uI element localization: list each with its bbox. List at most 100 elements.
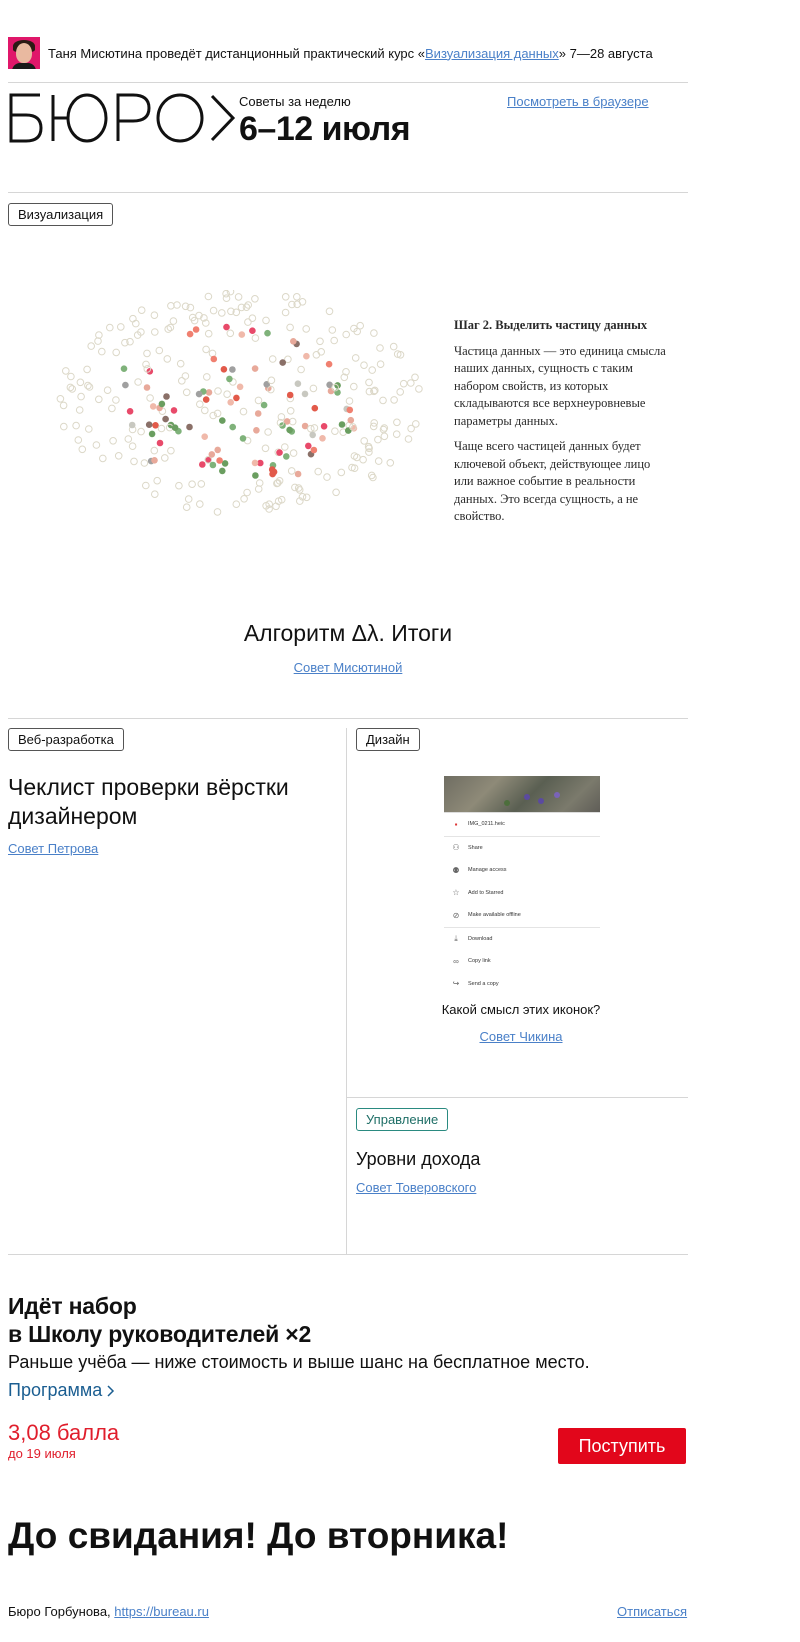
data-particle [161,454,169,462]
data-particle [305,442,312,450]
featured-author-link[interactable]: Совет Мисютиной [294,660,403,675]
data-particle [108,404,116,413]
data-particle [238,331,246,338]
data-particle [332,488,340,497]
data-particle [128,421,136,429]
data-particle [201,433,208,440]
data-particle [176,359,185,368]
divider [8,82,688,83]
data-particle [242,303,251,312]
data-particle [164,325,172,333]
data-particle [216,457,223,464]
data-particle [219,467,226,475]
data-particle [236,383,244,391]
card-management-author-link[interactable]: Совет Товеровского [356,1180,476,1195]
data-particle [209,306,218,315]
site-link[interactable]: https://bureau.ru [114,1604,209,1619]
person-add-icon: ⚇ [452,843,460,853]
data-particle [399,379,408,388]
data-particle [286,391,294,399]
card-web-author-link[interactable]: Совет Петрова [8,841,98,856]
data-particle [261,444,270,453]
data-particle [254,396,263,405]
data-particle [320,423,328,430]
data-particle [323,473,331,481]
data-particle [350,382,358,391]
data-particle [182,388,191,397]
data-particle [204,329,213,338]
data-particle [407,379,415,387]
data-particle [150,311,159,320]
data-particle [342,330,351,339]
data-particle [213,508,222,516]
data-particle [279,359,286,366]
particle-illustration [50,287,430,520]
data-particle [302,493,311,502]
menu-item-download: ⤓ Download [444,928,600,951]
tag-visualization[interactable]: Визуализация [8,203,114,226]
context-menu-screenshot: ▪ IMG_0211.heic ⚇ Share ⚉ Manage access ☆ Ad… [444,776,600,994]
divider [8,1254,688,1255]
program-link[interactable]: Программа [8,1380,115,1401]
data-particle [186,330,194,338]
data-particle [197,480,206,488]
data-particle [317,348,326,356]
menu-item-add-starred: ☆ Add to Starred [444,882,600,905]
data-particle [294,380,302,387]
data-particle [74,436,83,444]
data-particle [281,443,289,451]
data-particle [62,367,70,375]
data-particle [276,449,283,456]
data-particle [360,437,369,445]
tag-web-development[interactable]: Веб-разработка [8,728,124,751]
data-particle [289,449,298,457]
data-particle [244,301,252,309]
data-particle [301,390,309,398]
apply-button[interactable]: Поступить [558,1428,686,1464]
data-particle [223,323,230,331]
data-particle [208,349,217,358]
data-particle [67,372,75,381]
data-particle [155,346,164,355]
data-particle [290,338,297,345]
promo-score: 3,08 балла [8,1420,120,1445]
featured-title[interactable]: Алгоритм Δλ. Итоги [8,620,688,647]
menu-item-label: Copy link [468,958,491,965]
week-label: Советы за неделю [239,94,351,109]
data-particle [205,389,213,396]
banner-text-before: Таня Мисютина проведёт дистанционный пра… [48,45,426,61]
tag-management[interactable]: Управление [356,1108,449,1131]
unsubscribe-link[interactable]: Отписаться [617,1604,687,1619]
data-particle [310,446,318,454]
data-particle [347,416,355,424]
menu-item-label: Make available offline [468,912,521,919]
data-particle [163,355,172,363]
data-particle [202,345,210,354]
data-particle [56,395,65,403]
data-particle [112,348,120,357]
tag-design[interactable]: Дизайн [356,728,420,751]
data-particle [393,418,401,427]
menu-item-copy-link: ∞ Copy link [444,950,600,973]
card-design-author-link[interactable]: Совет Чикина [479,1029,562,1044]
data-particle [252,472,259,479]
data-particle [150,446,159,455]
data-particle [244,318,252,326]
data-particle [169,317,178,325]
view-in-browser-link[interactable]: Посмотреть в браузере [507,94,649,109]
data-particle [124,435,133,443]
data-particle [404,435,413,443]
data-particle [68,385,77,393]
card-design-caption[interactable]: Какой смысл этих иконок? [356,1002,686,1017]
data-particle [153,476,161,485]
school-promo-title[interactable]: Идёт набор в Школу руководителей ×2 [8,1292,311,1348]
data-particle [264,329,271,337]
data-particle [248,314,257,323]
course-link[interactable]: Визуализация данных [425,46,559,61]
banner-text-after: » 7—28 августа [558,45,653,61]
divider [8,192,688,193]
data-particle [137,427,145,436]
card-web-title[interactable]: Чеклист проверки вёрстки дизайнером [8,773,328,831]
data-particle [243,488,251,497]
card-management-title[interactable]: Уровни дохода [356,1149,686,1170]
